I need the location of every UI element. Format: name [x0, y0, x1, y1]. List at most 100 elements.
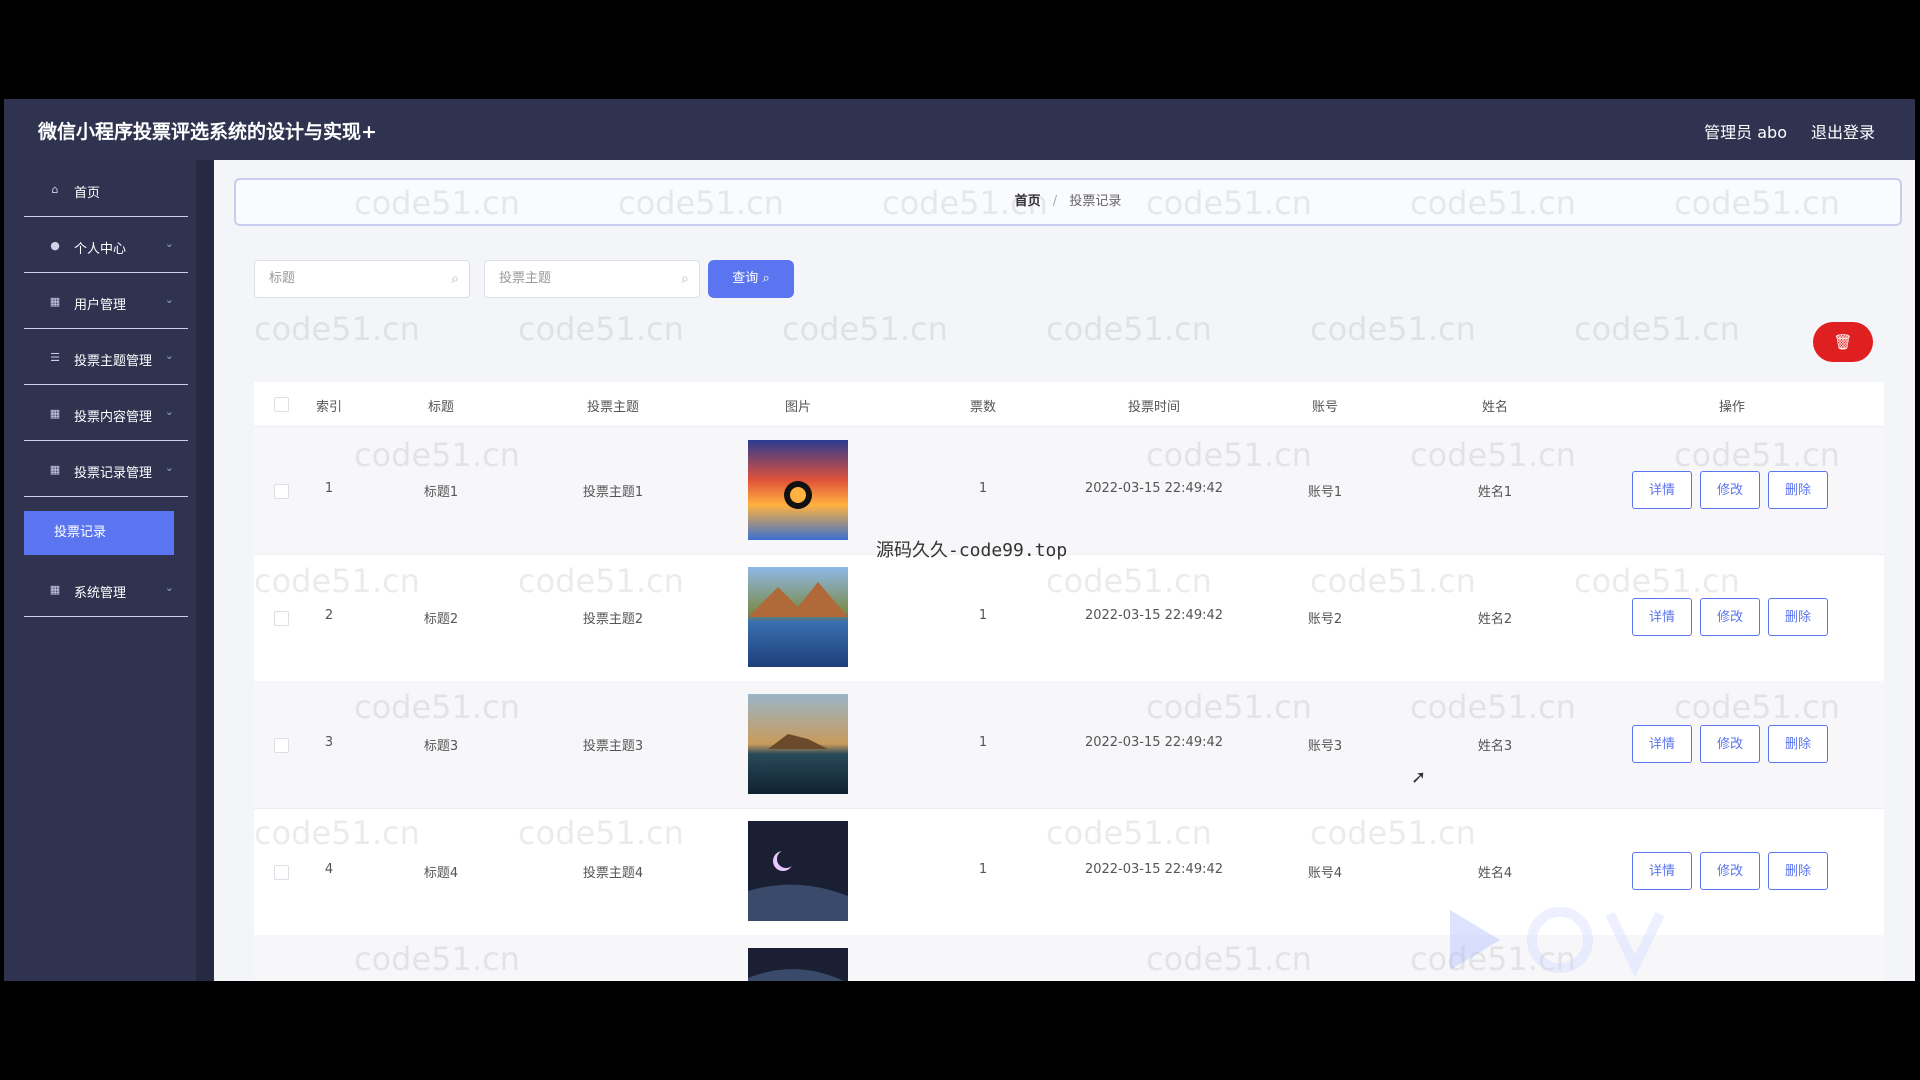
- header-image: 图片: [784, 400, 811, 415]
- cell-time: 2022-03-15 22:49:42: [1084, 735, 1224, 750]
- header-title: 标题: [427, 400, 454, 415]
- breadcrumb: 首页 / 投票记录: [234, 178, 1902, 226]
- sidebar-item-home[interactable]: ⌂ 首页: [24, 163, 188, 217]
- cell-theme: 投票主题1: [582, 485, 644, 500]
- table-header: 索引 标题 投票主题 图片 票数 投票时间 账号 姓名 操作: [254, 382, 1884, 427]
- cell-votes: 1: [978, 735, 988, 750]
- theme-search-input[interactable]: 投票主题 ⌕: [484, 260, 700, 298]
- records-table: 索引 标题 投票主题 图片 票数 投票时间 账号 姓名 操作 1 标题1 投票主…: [254, 382, 1884, 981]
- watermark: code51.cn: [518, 310, 684, 348]
- row-checkbox[interactable]: [274, 738, 289, 753]
- sidebar-item-users[interactable]: ▦ 用户管理 ⌄: [24, 275, 188, 329]
- table-row: 3 标题3 投票主题3 1 2022-03-15 22:49:42 账号3 姓名…: [254, 681, 1884, 809]
- top-bar: 微信小程序投票评选系统的设计与实现+ 管理员 abo 退出登录: [4, 99, 1915, 160]
- app-title: 微信小程序投票评选系统的设计与实现+: [38, 121, 377, 143]
- row-image[interactable]: [748, 567, 848, 667]
- logout-button[interactable]: 退出登录: [1811, 119, 1875, 143]
- cell-votes: 1: [978, 862, 988, 877]
- detail-button[interactable]: 详情: [1632, 598, 1692, 636]
- row-image[interactable]: [748, 440, 848, 540]
- breadcrumb-separator: /: [1052, 194, 1058, 209]
- delete-button[interactable]: 删除: [1768, 471, 1828, 509]
- cell-index: 3: [324, 735, 334, 750]
- main-content: 首页 / 投票记录 标题 ⌕ 投票主题 ⌕ 查询 ⌕ 🗑 索引 标题 投票主题 …: [214, 160, 1915, 981]
- cell-time: 2022-03-15 22:49:42: [1084, 481, 1224, 496]
- sidebar-item-vote-records[interactable]: ▦ 投票记录管理 ⌄: [24, 443, 188, 497]
- sidebar-subitem-vote-record[interactable]: 投票记录: [24, 511, 174, 555]
- header-account: 账号: [1311, 400, 1338, 415]
- table-row: 2 标题2 投票主题2 1 2022-03-15 22:49:42 账号2 姓名…: [254, 554, 1884, 682]
- trash-icon: 🗑: [1833, 333, 1853, 351]
- delete-button[interactable]: 删除: [1768, 852, 1828, 890]
- query-button[interactable]: 查询 ⌕: [708, 260, 794, 298]
- home-icon: ⌂: [51, 183, 59, 196]
- grid-icon: ▦: [49, 463, 61, 476]
- list-icon: ☰: [50, 351, 60, 364]
- header-votes: 票数: [969, 400, 996, 415]
- cell-votes: 1: [978, 608, 988, 623]
- edit-button[interactable]: 修改: [1700, 598, 1760, 636]
- search-icon: ⌕: [762, 271, 770, 286]
- cell-theme: 投票主题2: [582, 612, 644, 627]
- watermark: code51.cn: [1310, 310, 1476, 348]
- app-window: 微信小程序投票评选系统的设计与实现+ 管理员 abo 退出登录 ⌂ 首页 ● 个…: [4, 99, 1915, 981]
- mouse-cursor-icon: ➚: [1411, 767, 1427, 788]
- search-icon: ⌕: [451, 271, 459, 287]
- breadcrumb-home[interactable]: 首页: [1015, 194, 1041, 209]
- edit-button[interactable]: 修改: [1700, 725, 1760, 763]
- row-checkbox[interactable]: [274, 865, 289, 880]
- cell-theme: 投票主题3: [582, 739, 644, 754]
- table-row: 1 标题1 投票主题1 1 2022-03-15 22:49:42 账号1 姓名…: [254, 427, 1884, 555]
- cell-name: 姓名1: [1477, 485, 1513, 500]
- cell-index: 1: [324, 481, 334, 496]
- chevron-down-icon: ⌄: [164, 349, 174, 362]
- admin-label[interactable]: 管理员 abo: [1704, 119, 1787, 143]
- cell-title: 标题1: [423, 485, 459, 500]
- detail-button[interactable]: 详情: [1632, 725, 1692, 763]
- sidebar-item-system[interactable]: ▦ 系统管理 ⌄: [24, 563, 188, 617]
- header-ops: 操作: [1718, 400, 1745, 415]
- batch-delete-button[interactable]: 🗑: [1813, 322, 1873, 362]
- cell-theme: 投票主题4: [582, 866, 644, 881]
- chevron-down-icon: ⌄: [164, 237, 174, 250]
- title-search-input[interactable]: 标题 ⌕: [254, 260, 470, 298]
- row-image[interactable]: [748, 821, 848, 921]
- sidebar-scrollbar[interactable]: [196, 160, 214, 981]
- sidebar-item-profile[interactable]: ● 个人中心 ⌄: [24, 219, 188, 273]
- cell-account: 账号3: [1307, 739, 1343, 754]
- cell-time: 2022-03-15 22:49:42: [1084, 862, 1224, 877]
- cell-title: 标题4: [423, 866, 459, 881]
- row-image[interactable]: [748, 948, 848, 981]
- row-checkbox[interactable]: [274, 484, 289, 499]
- cell-name: 姓名3: [1477, 739, 1513, 754]
- chevron-down-icon: ⌄: [164, 293, 174, 306]
- sidebar-item-label: 投票内容管理: [74, 410, 153, 425]
- header-index: 索引: [315, 400, 342, 415]
- row-image[interactable]: [748, 694, 848, 794]
- watermark: code51.cn: [782, 310, 948, 348]
- delete-button[interactable]: 删除: [1768, 725, 1828, 763]
- grid-icon: ▦: [49, 407, 61, 420]
- query-label: 查询: [732, 271, 759, 286]
- cell-time: 2022-03-15 22:49:42: [1084, 608, 1224, 623]
- delete-button[interactable]: 删除: [1768, 598, 1828, 636]
- edit-button[interactable]: 修改: [1700, 471, 1760, 509]
- row-checkbox[interactable]: [274, 611, 289, 626]
- sidebar-item-vote-content[interactable]: ▦ 投票内容管理 ⌄: [24, 387, 188, 441]
- overlay-source-text: 源码久久-code99.top: [876, 540, 1068, 561]
- sidebar-item-label: 投票主题管理: [74, 354, 153, 369]
- detail-button[interactable]: 详情: [1632, 852, 1692, 890]
- theme-placeholder: 投票主题: [499, 271, 552, 286]
- select-all-checkbox[interactable]: [274, 397, 289, 412]
- cell-title: 标题2: [423, 612, 459, 627]
- cell-account: 账号1: [1307, 485, 1343, 500]
- grid-icon: ▦: [49, 583, 61, 596]
- detail-button[interactable]: 详情: [1632, 471, 1692, 509]
- cell-name: 姓名2: [1477, 612, 1513, 627]
- sidebar-item-vote-themes[interactable]: ☰ 投票主题管理 ⌄: [24, 331, 188, 385]
- user-icon: ●: [50, 239, 60, 252]
- cell-index: 2: [324, 608, 334, 623]
- watermark: code51.cn: [1046, 310, 1212, 348]
- sidebar-item-label: 首页: [74, 186, 101, 201]
- edit-button[interactable]: 修改: [1700, 852, 1760, 890]
